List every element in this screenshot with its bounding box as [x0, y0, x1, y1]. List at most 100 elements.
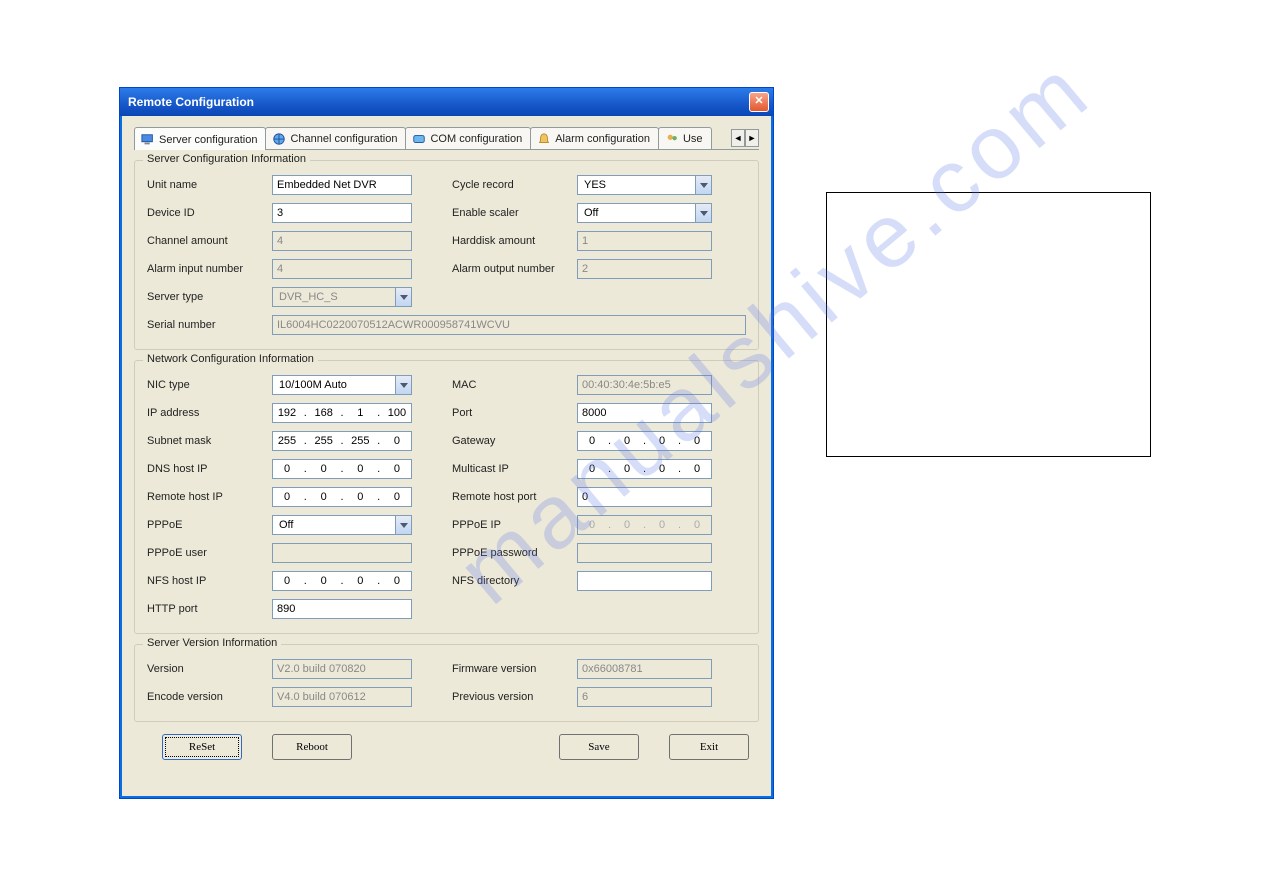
- enable-scaler-label: Enable scaler: [452, 207, 577, 219]
- gateway-label: Gateway: [452, 435, 577, 447]
- port-icon: [412, 132, 426, 146]
- alarm-input-field: [272, 259, 412, 279]
- ip-address-input[interactable]: 192. 168. 1. 100: [272, 403, 412, 423]
- serial-number-label: Serial number: [147, 319, 272, 331]
- nic-type-label: NIC type: [147, 379, 272, 391]
- serial-number-field: [272, 315, 746, 335]
- multicast-label: Multicast IP: [452, 463, 577, 475]
- mac-label: MAC: [452, 379, 577, 391]
- mac-field: [577, 375, 712, 395]
- users-icon: [665, 132, 679, 146]
- tab-scroll-right[interactable]: ►: [745, 129, 759, 147]
- tab-com-configuration[interactable]: COM configuration: [405, 127, 531, 149]
- tab-label: Channel configuration: [290, 133, 397, 145]
- tab-channel-configuration[interactable]: Channel configuration: [265, 127, 406, 149]
- harddisk-amount-label: Harddisk amount: [452, 235, 577, 247]
- pppoe-user-label: PPPoE user: [147, 547, 272, 559]
- dns-host-label: DNS host IP: [147, 463, 272, 475]
- unit-name-input[interactable]: [272, 175, 412, 195]
- tab-strip: Server configuration Channel configurati…: [134, 126, 759, 150]
- cycle-record-label: Cycle record: [452, 179, 577, 191]
- remote-host-ip-label: Remote host IP: [147, 491, 272, 503]
- remote-host-ip-input[interactable]: 0. 0. 0. 0: [272, 487, 412, 507]
- version-group: Server Version Information Version Firmw…: [134, 644, 759, 722]
- pppoe-select[interactable]: Off: [272, 515, 412, 535]
- channel-amount-label: Channel amount: [147, 235, 272, 247]
- unit-name-label: Unit name: [147, 179, 272, 191]
- combo-text: DVR_HC_S: [277, 291, 395, 303]
- monitor-icon: [141, 133, 155, 147]
- enable-scaler-select[interactable]: Off: [577, 203, 712, 223]
- combo-text: 10/100M Auto: [277, 379, 395, 391]
- tab-server-configuration[interactable]: Server configuration: [134, 127, 266, 150]
- combo-text: YES: [582, 179, 695, 191]
- combo-text: Off: [277, 519, 395, 531]
- blank-box: [826, 192, 1151, 457]
- gateway-input[interactable]: 0. 0. 0. 0: [577, 431, 712, 451]
- chevron-down-icon[interactable]: [395, 516, 411, 534]
- chevron-down-icon[interactable]: [695, 176, 711, 194]
- reset-button[interactable]: ReSet: [162, 734, 242, 760]
- tab-user[interactable]: Use: [658, 127, 712, 149]
- subnet-mask-input[interactable]: 255. 255. 255. 0: [272, 431, 412, 451]
- version-label: Version: [147, 663, 272, 675]
- alarm-output-field: [577, 259, 712, 279]
- ip-address-label: IP address: [147, 407, 272, 419]
- nfs-host-input[interactable]: 0. 0. 0. 0: [272, 571, 412, 591]
- firmware-field: [577, 659, 712, 679]
- group-legend: Server Configuration Information: [143, 153, 310, 165]
- titlebar: Remote Configuration ✕: [120, 88, 773, 116]
- alarm-output-label: Alarm output number: [452, 263, 577, 275]
- chevron-down-icon[interactable]: [395, 376, 411, 394]
- tab-label: Alarm configuration: [555, 133, 650, 145]
- group-legend: Network Configuration Information: [143, 353, 318, 365]
- device-id-label: Device ID: [147, 207, 272, 219]
- tab-label: COM configuration: [430, 133, 522, 145]
- http-port-label: HTTP port: [147, 603, 272, 615]
- tab-label: Server configuration: [159, 134, 257, 146]
- tab-scroll-left[interactable]: ◄: [731, 129, 745, 147]
- previous-version-label: Previous version: [452, 691, 577, 703]
- reboot-button[interactable]: Reboot: [272, 734, 352, 760]
- exit-button[interactable]: Exit: [669, 734, 749, 760]
- version-field: [272, 659, 412, 679]
- bell-icon: [537, 132, 551, 146]
- server-type-label: Server type: [147, 291, 272, 303]
- harddisk-amount-field: [577, 231, 712, 251]
- close-button[interactable]: ✕: [749, 92, 769, 112]
- pppoe-ip-field: 0. 0. 0. 0: [577, 515, 712, 535]
- button-row: ReSet Reboot Save Exit: [134, 722, 759, 760]
- chevron-down-icon[interactable]: [695, 204, 711, 222]
- remote-host-port-input[interactable]: [577, 487, 712, 507]
- window-title: Remote Configuration: [128, 95, 749, 109]
- group-legend: Server Version Information: [143, 637, 281, 649]
- pppoe-password-label: PPPoE password: [452, 547, 577, 559]
- firmware-label: Firmware version: [452, 663, 577, 675]
- previous-version-field: [577, 687, 712, 707]
- globe-icon: [272, 132, 286, 146]
- http-port-input[interactable]: [272, 599, 412, 619]
- encode-version-label: Encode version: [147, 691, 272, 703]
- tab-label: Use: [683, 133, 703, 145]
- pppoe-user-field: [272, 543, 412, 563]
- tab-scroll-buttons: ◄ ►: [731, 129, 759, 147]
- device-id-input[interactable]: [272, 203, 412, 223]
- combo-text: Off: [582, 207, 695, 219]
- subnet-mask-label: Subnet mask: [147, 435, 272, 447]
- tab-alarm-configuration[interactable]: Alarm configuration: [530, 127, 659, 149]
- nfs-directory-input[interactable]: [577, 571, 712, 591]
- network-config-group: Network Configuration Information NIC ty…: [134, 360, 759, 634]
- multicast-input[interactable]: 0. 0. 0. 0: [577, 459, 712, 479]
- dns-host-input[interactable]: 0. 0. 0. 0: [272, 459, 412, 479]
- chevron-down-icon: [395, 288, 411, 306]
- pppoe-label: PPPoE: [147, 519, 272, 531]
- pppoe-password-field: [577, 543, 712, 563]
- port-label: Port: [452, 407, 577, 419]
- nic-type-select[interactable]: 10/100M Auto: [272, 375, 412, 395]
- cycle-record-select[interactable]: YES: [577, 175, 712, 195]
- nfs-host-label: NFS host IP: [147, 575, 272, 587]
- remote-host-port-label: Remote host port: [452, 491, 577, 503]
- encode-version-field: [272, 687, 412, 707]
- port-input[interactable]: [577, 403, 712, 423]
- save-button[interactable]: Save: [559, 734, 639, 760]
